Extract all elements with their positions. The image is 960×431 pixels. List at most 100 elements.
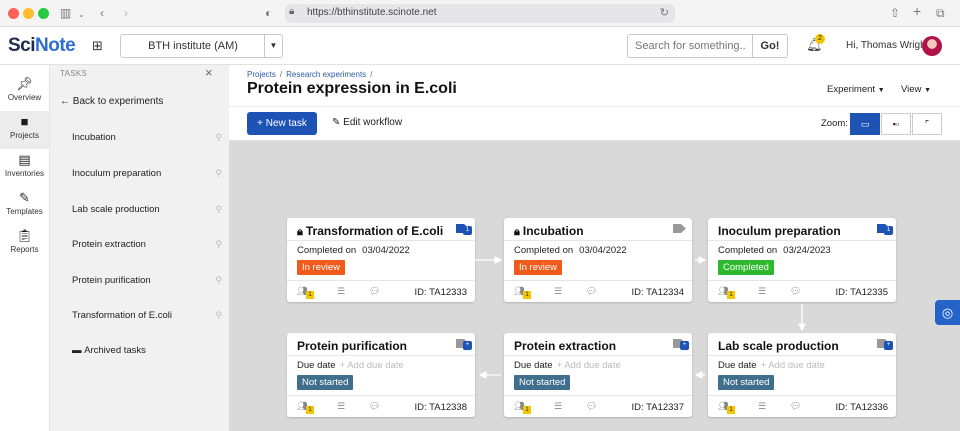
date-label: Completed on [718,245,778,256]
checklist-icon[interactable]: ☰ [758,286,766,297]
search-input[interactable] [627,34,753,58]
task-card-lab-scale[interactable]: Lab scale production + Due date + Add due d… [708,333,896,417]
edit-workflow-label: Edit workflow [343,117,403,128]
status-badge[interactable]: Not started [297,375,354,390]
caret-down-icon[interactable]: ▼ [264,35,282,57]
status-badge[interactable]: In review [514,260,563,275]
scinote-logo[interactable]: SciNote [8,35,76,57]
checklist-icon[interactable]: ☰ [554,401,562,412]
nav-item-projects[interactable]: ■ Projects [0,111,49,149]
user-greeting[interactable]: Hi, Thomas Wright [846,40,928,51]
experiment-dropdown[interactable]: Experiment ▼ [827,84,885,95]
archived-tasks-link[interactable]: ▬ Archived tasks [72,345,146,356]
shield-icon[interactable]: ◐ [265,6,272,20]
date-value: 03/04/2022 [579,245,627,256]
nav-item-inventories[interactable]: ▤ Inventories [0,149,49,187]
comment-icon[interactable]: 💬︎ [790,401,801,412]
task-card-transformation[interactable]: 🔒︎ Transformation of E.coli 1 Completed on 0… [287,218,475,302]
nav-item-reports[interactable]: 📋︎ Reports [0,225,49,263]
task-list-item[interactable]: Protein extraction ⚲ [72,239,222,250]
status-badge[interactable]: Not started [514,375,571,390]
status-badge[interactable]: Completed [718,260,774,275]
add-due-date-link[interactable]: + Add due date [557,360,621,371]
task-footer: 👥︎ 1 ☰ 💬︎ ID: TA12336 [708,399,896,415]
task-list-item[interactable]: Lab scale production ⚲ [72,204,222,215]
address-bar[interactable]: 🔒︎ https://bthinstitute.scinote.net ↻ [285,4,675,23]
checklist-icon[interactable]: ☰ [758,401,766,412]
task-list-label: Protein extraction [72,239,146,250]
comment-icon[interactable]: 💬︎ [586,286,597,297]
task-id: ID: TA12333 [414,287,467,298]
task-card-incubation[interactable]: 🔒︎ Incubation Completed on 03/04/2022 In rev… [504,218,692,302]
gift-icon[interactable]: ⊞ [92,38,103,54]
task-footer: 👥︎ 1 ☰ 💬︎ ID: TA12338 [287,399,475,415]
task-title[interactable]: 🔒︎ Transformation of E.coli [297,224,443,239]
new-tab-icon[interactable]: + [913,4,921,18]
task-title[interactable]: Protein purification [297,339,407,353]
checklist-icon[interactable]: ☰ [337,286,345,297]
add-due-date-link[interactable]: + Add due date [340,360,404,371]
comment-icon[interactable]: 💬︎ [369,401,380,412]
nav-item-overview[interactable]: 📌︎ Overview [0,73,49,111]
breadcrumb-experiment[interactable]: Research experiments [286,70,366,79]
experiment-dropdown-label: Experiment [827,84,876,95]
location-pin-icon: ⚲ [215,204,222,214]
task-list-label: Protein purification [72,275,151,286]
task-title[interactable]: Protein extraction [514,339,616,353]
comment-icon[interactable]: 💬︎ [790,286,801,297]
close-icon[interactable]: × [205,65,213,80]
task-list-item[interactable]: Inoculum preparation ⚲ [72,168,222,179]
maximize-window-button[interactable] [38,8,49,19]
tag-count-badge: + [463,341,472,350]
tabs-overview-icon[interactable]: ⧉ [936,6,945,20]
team-select-label: BTH institute (AM) [148,40,238,52]
nav-label: Inventories [4,169,45,178]
nav-item-templates[interactable]: ✎ Templates [0,187,49,225]
comment-icon[interactable]: 💬︎ [586,401,597,412]
status-badge[interactable]: In review [297,260,346,275]
reload-icon[interactable]: ↻ [660,6,669,19]
help-widget-button[interactable]: ◎ [935,300,960,325]
close-window-button[interactable] [8,8,19,19]
team-select[interactable]: BTH institute (AM) ▼ [120,34,283,58]
back-label: Back to experiments [72,96,164,107]
date-label: Due date [297,360,336,371]
avatar[interactable] [922,36,942,56]
edit-workflow-button[interactable]: ✎ Edit workflow [332,117,402,128]
new-task-button[interactable]: + New task [247,112,317,135]
sidebar-toggle-icon[interactable]: ▥ [60,6,71,20]
chevron-down-icon[interactable]: ⌄ [78,8,85,22]
task-title[interactable]: Inoculum preparation [718,224,841,238]
zoom-small-button[interactable]: ⌜ [912,113,942,135]
view-dropdown[interactable]: View ▼ [901,84,931,95]
task-card-purification[interactable]: Protein purification + Due date + Add due d… [287,333,475,417]
checklist-icon[interactable]: ☰ [554,286,562,297]
tag-count-badge: 1 [463,226,472,235]
zoom-full-button[interactable]: ▭ [850,113,880,135]
minimize-window-button[interactable] [23,8,34,19]
logo-text: Sci [8,35,36,56]
tag-icon[interactable] [673,223,686,234]
comment-icon[interactable]: 💬︎ [369,286,380,297]
card-view-icon: ▭ [860,119,870,129]
zoom-medium-button[interactable]: ▪▫ [881,113,911,135]
breadcrumb-projects[interactable]: Projects [247,70,276,79]
task-date: Due date + Add due date [718,360,825,371]
back-to-experiments-link[interactable]: ← Back to experiments [60,96,163,107]
status-badge[interactable]: Not started [718,375,775,390]
task-card-extraction[interactable]: Protein extraction + Due date + Add due dat… [504,333,692,417]
task-title[interactable]: Lab scale production [718,339,839,353]
search-go-button[interactable]: Go! [753,34,788,58]
task-list-item[interactable]: Transformation of E.coli ⚲ [72,310,222,321]
add-due-date-link[interactable]: + Add due date [761,360,825,371]
checklist-icon[interactable]: ☰ [337,401,345,412]
task-list-item[interactable]: Incubation ⚲ [72,132,222,143]
forward-icon[interactable]: › [124,6,128,20]
task-footer: 👥︎ 1 ☰ 💬︎ ID: TA12333 [287,284,475,300]
task-list-item[interactable]: Protein purification ⚲ [72,275,222,286]
experiment-header: Projects / Research experiments / Protein e… [229,65,960,141]
back-icon[interactable]: ‹ [100,6,104,20]
share-icon[interactable]: ⇧ [890,6,900,20]
task-card-inoculum[interactable]: Inoculum preparation 1 Completed on 03/24/2… [708,218,896,302]
task-title[interactable]: 🔒︎ Incubation [514,224,584,239]
